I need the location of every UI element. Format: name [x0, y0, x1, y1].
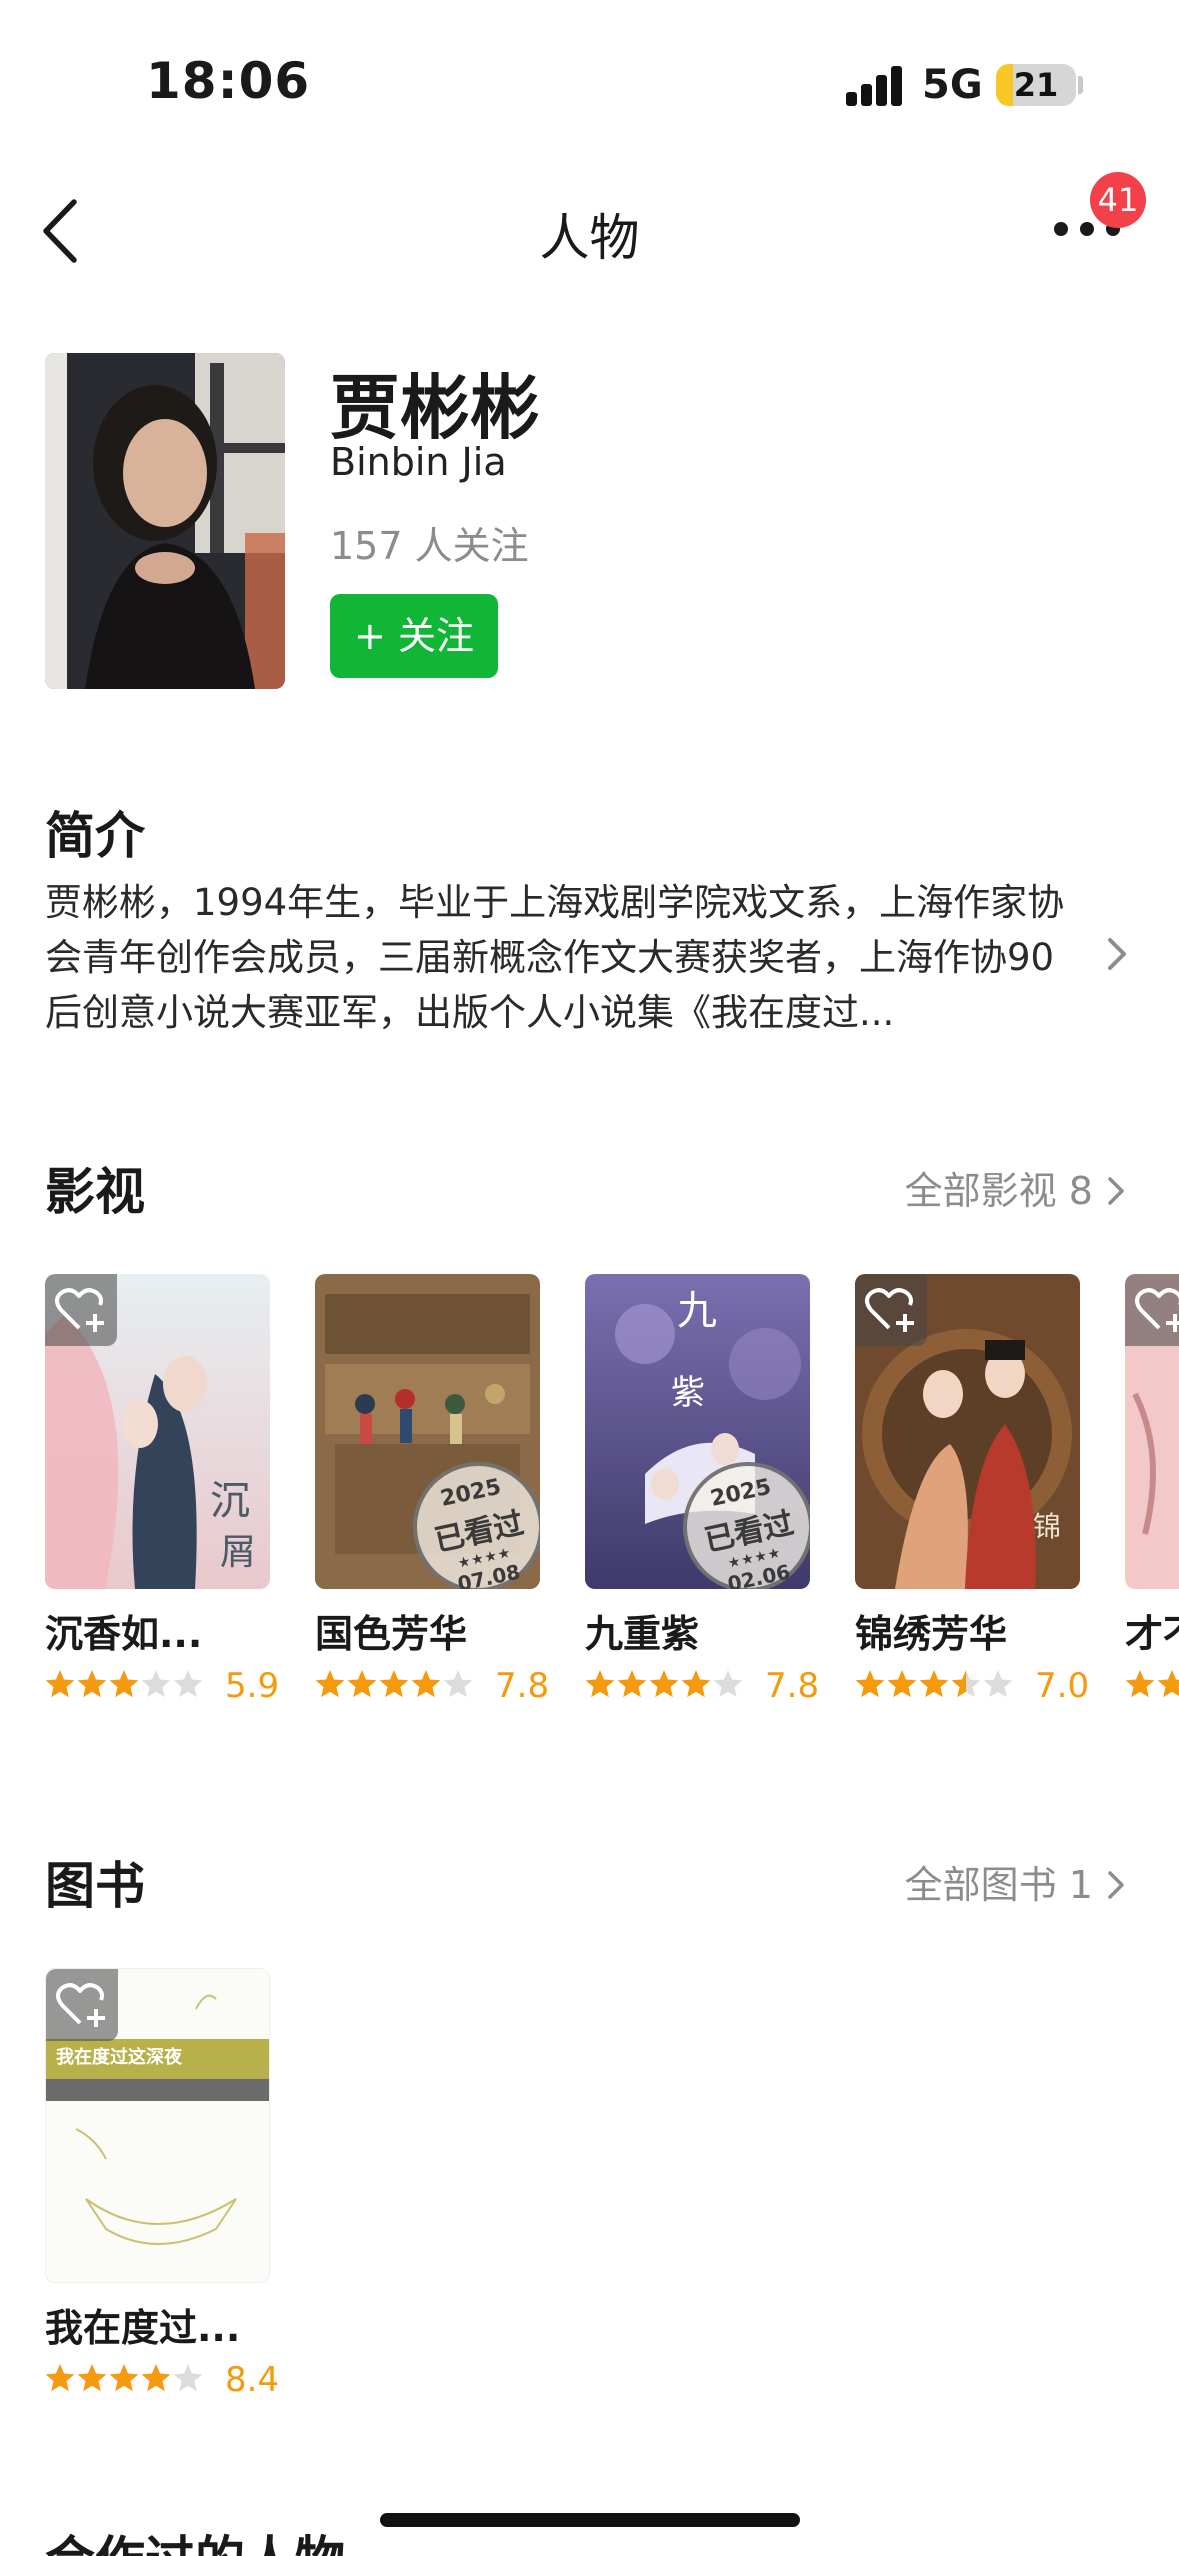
battery-icon: 21 — [996, 64, 1076, 106]
star-filled-icon — [45, 1670, 75, 1698]
rating-stars — [585, 1670, 743, 1698]
star-filled-icon — [347, 1670, 377, 1698]
all-books-label: 全部图书 1 — [904, 1863, 1093, 1907]
rating-score: 7.8 — [765, 1666, 820, 1706]
film-poster[interactable]: 九 紫 2025 已看过 ★★★★ 02.06 — [585, 1274, 810, 1589]
film-title: 沉香如... — [45, 1612, 203, 1656]
star-filled-icon — [887, 1670, 917, 1698]
star-empty-icon — [141, 1670, 171, 1698]
favorite-add-icon[interactable] — [46, 1969, 118, 2041]
film-poster[interactable]: 2025 已看过 ★★★★ 07.08 — [315, 1274, 540, 1589]
person-avatar[interactable] — [45, 353, 285, 689]
svg-text:九: 九 — [677, 1288, 717, 1334]
favorite-add-icon[interactable] — [1125, 1274, 1179, 1346]
star-filled-icon — [649, 1670, 679, 1698]
film-card[interactable]: 锦 锦绣芳华 7.0 — [855, 1274, 1089, 1706]
rating-score: 7.0 — [1035, 1666, 1090, 1706]
star-filled-icon — [411, 1670, 441, 1698]
star-empty-icon — [443, 1670, 473, 1698]
star-filled-icon — [77, 1670, 107, 1698]
star-filled-icon — [855, 1670, 885, 1698]
film-rating: 7.8 — [585, 1664, 819, 1706]
star-filled-icon — [681, 1670, 711, 1698]
star-empty-icon — [173, 1670, 203, 1698]
film-poster[interactable]: 沉 屑 — [45, 1274, 270, 1589]
film-card[interactable]: 才不 — [1125, 1274, 1179, 1704]
home-indicator[interactable] — [380, 2513, 800, 2527]
person-name: 贾彬彬 — [330, 367, 540, 449]
film-rating: 7.8 — [315, 1664, 549, 1706]
notification-badge: 41 — [1090, 172, 1146, 228]
all-films-link[interactable]: 全部影视 8 — [905, 1160, 1127, 1215]
collaborators-heading: 合作过的人物 — [45, 2530, 345, 2556]
rating-score: 5.9 — [225, 1666, 280, 1706]
star-empty-icon — [983, 1670, 1013, 1698]
film-card[interactable]: 九 紫 2025 已看过 ★★★★ 02.06 九重紫 7.8 — [585, 1274, 819, 1706]
film-title: 锦绣芳华 — [855, 1612, 1008, 1656]
chevron-right-icon[interactable] — [1104, 934, 1130, 974]
rating-score: 7.8 — [495, 1666, 550, 1706]
all-books-link[interactable]: 全部图书 1 — [905, 1854, 1127, 1909]
star-filled-icon — [109, 1670, 139, 1698]
book-card[interactable]: 我在度过这深夜 我在度过... 8.4 — [45, 1968, 279, 2400]
favorite-add-icon[interactable] — [855, 1274, 927, 1346]
book-title: 我在度过... — [45, 2306, 241, 2350]
book-cover[interactable]: 我在度过这深夜 — [45, 1968, 270, 2283]
rating-stars — [45, 1670, 203, 1698]
svg-text:沉: 沉 — [210, 1478, 250, 1524]
star-filled-icon — [585, 1670, 615, 1698]
favorite-add-icon[interactable] — [45, 1274, 117, 1346]
star-filled-icon — [109, 2364, 139, 2392]
books-heading: 图书 — [45, 1857, 145, 1915]
follow-button[interactable]: + 关注 — [330, 594, 498, 678]
film-title: 九重紫 — [585, 1612, 700, 1656]
star-filled-icon — [315, 1670, 345, 1698]
star-filled-icon — [919, 1670, 949, 1698]
avatar-photo — [45, 353, 285, 689]
rating-stars — [45, 2364, 203, 2392]
star-filled-icon — [617, 1670, 647, 1698]
svg-text:锦: 锦 — [1033, 1510, 1061, 1543]
battery-tip — [1078, 76, 1083, 94]
star-filled-icon — [1157, 1670, 1179, 1698]
star-filled-icon — [1125, 1670, 1155, 1698]
star-filled-icon — [77, 2364, 107, 2392]
intro-heading: 简介 — [45, 807, 145, 865]
film-card[interactable]: 沉 屑 沉香如... 5.9 — [45, 1274, 279, 1706]
book-rating: 8.4 — [45, 2358, 279, 2400]
rating-stars — [315, 1670, 473, 1698]
svg-text:紫: 紫 — [671, 1373, 705, 1413]
rating-stars — [1125, 1670, 1179, 1698]
svg-text:屑: 屑 — [220, 1532, 256, 1573]
film-poster[interactable] — [1125, 1274, 1179, 1589]
film-rating: 5.9 — [45, 1664, 279, 1706]
cellular-signal-icon — [846, 66, 904, 106]
film-card[interactable]: 2025 已看过 ★★★★ 07.08 国色芳华 7.8 — [315, 1274, 549, 1706]
star-filled-icon — [141, 2364, 171, 2392]
battery-level: 21 — [1013, 66, 1059, 104]
film-title: 国色芳华 — [315, 1612, 468, 1656]
intro-text[interactable]: 贾彬彬，1994年生，毕业于上海戏剧学院戏文系，上海作家协会青年创作会成员，三届… — [45, 875, 1085, 1040]
book-cover-title: 我在度过这深夜 — [56, 2047, 182, 2068]
film-title: 才不 — [1125, 1612, 1179, 1656]
follower-count: 157 人关注 — [330, 524, 529, 568]
rating-score: 8.4 — [225, 2360, 280, 2400]
page-title: 人物 — [539, 209, 640, 267]
chevron-right-icon — [1108, 1871, 1124, 1899]
film-rating — [1125, 1664, 1179, 1704]
film-rating: 7.0 — [855, 1664, 1089, 1706]
all-films-label: 全部影视 8 — [904, 1169, 1093, 1213]
films-heading: 影视 — [45, 1163, 145, 1221]
star-empty-icon — [173, 2364, 203, 2392]
person-english-name: Binbin Jia — [330, 440, 507, 484]
status-bar: 18:06 5G 21 — [0, 0, 1179, 150]
star-filled-icon — [379, 1670, 409, 1698]
film-poster[interactable]: 锦 — [855, 1274, 1080, 1589]
star-empty-icon — [713, 1670, 743, 1698]
chevron-right-icon — [1108, 1177, 1124, 1205]
network-type: 5G — [922, 62, 983, 108]
status-time: 18:06 — [146, 52, 311, 110]
rating-stars — [855, 1670, 1013, 1698]
star-filled-icon — [45, 2364, 75, 2392]
